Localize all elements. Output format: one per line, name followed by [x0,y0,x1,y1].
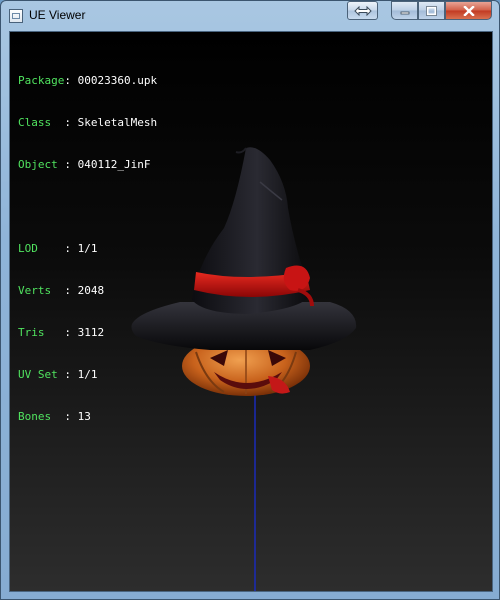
swap-button[interactable] [347,1,378,20]
lod-label: LOD [18,242,65,255]
lod-value: 1/1 [77,242,98,255]
verts-label: Verts [18,284,65,297]
tris-separator: : [64,326,78,339]
bones-value: 13 [77,410,91,423]
maximize-button[interactable] [418,1,445,20]
minimize-button[interactable] [391,1,418,20]
close-icon [462,5,475,16]
package-label: Package [18,74,65,87]
app-icon [9,9,23,23]
class-separator: : [64,116,78,129]
info-row-verts: Verts : 2048 [18,284,157,298]
info-row-object: Object : 040112_JinF [18,158,157,172]
class-value: SkeletalMesh [77,116,158,129]
info-row-lod: LOD : 1/1 [18,242,157,256]
info-row-tris: Tris : 3112 [18,326,157,340]
info-row-package: Package: 00023360.upk [18,74,157,88]
tris-value: 3112 [77,326,105,339]
verts-separator: : [64,284,78,297]
minimize-icon [400,11,409,14]
window-title: UE Viewer [29,8,86,22]
3d-viewport[interactable]: Package: 00023360.upk Class : SkeletalMe… [9,31,493,592]
object-value: 040112_JinF [77,158,151,171]
class-label: Class [18,116,65,129]
swap-arrows-icon [353,5,372,16]
lod-separator: : [64,242,78,255]
tris-label: Tris [18,326,65,339]
info-row-class: Class : SkeletalMesh [18,116,157,130]
uvset-value: 1/1 [77,368,98,381]
title-bar[interactable]: UE Viewer [1,1,499,31]
verts-value: 2048 [77,284,105,297]
bones-label: Bones [18,410,65,423]
package-separator: : [64,74,78,87]
mesh-info-panel: Package: 00023360.upk Class : SkeletalMe… [18,46,157,452]
info-row-bones: Bones : 13 [18,410,157,424]
object-label: Object [18,158,65,171]
maximize-icon [426,5,437,16]
app-window: UE Viewer Package: 00023360.upk Class:… [0,0,500,600]
uvset-separator: : [64,368,78,381]
info-row-uvset: UV Set : 1/1 [18,368,157,382]
object-separator: : [64,158,78,171]
close-button[interactable] [445,1,492,20]
package-value: 00023360.upk [77,74,158,87]
uvset-label: UV Set [18,368,65,381]
bones-separator: : [64,410,78,423]
